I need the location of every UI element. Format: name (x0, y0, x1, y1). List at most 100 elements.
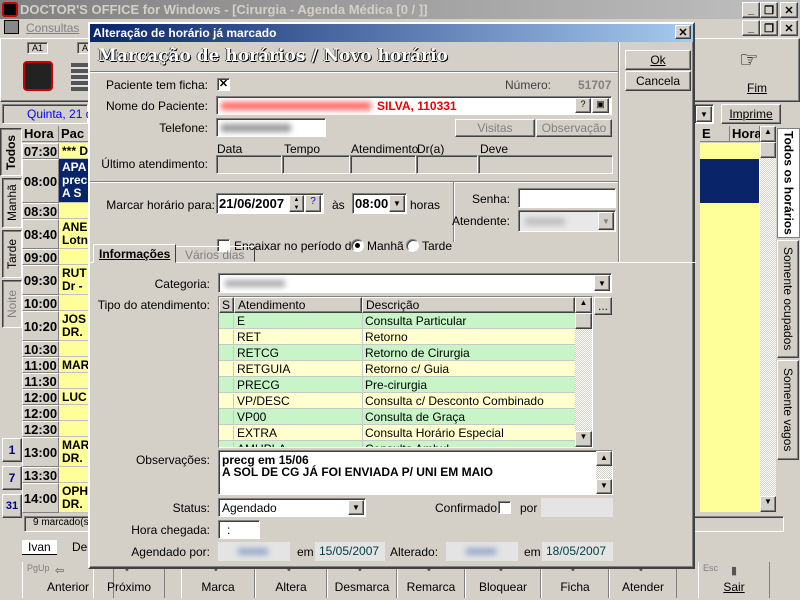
tipo-scrollbar[interactable]: ▲ ▼ (575, 297, 592, 447)
time-select[interactable]: 08:00 ▼ (352, 193, 407, 214)
minimize-button[interactable]: _ (742, 2, 760, 18)
grid-time[interactable]: 12:00 (22, 389, 59, 405)
atendente-select[interactable]: ▼ (518, 210, 616, 232)
tab-manha[interactable]: Manhã (2, 178, 22, 228)
grid-patient-cell[interactable]: APA prec A S (59, 159, 88, 203)
tipo-table[interactable]: S Atendimento Descrição E Consulta Partic… (218, 296, 593, 448)
grid-time[interactable]: 11:30 (22, 373, 59, 389)
grid-time[interactable]: 08:40 (22, 219, 59, 249)
card-icon[interactable]: ▣ (592, 98, 609, 113)
cell-code: RETCG (237, 346, 279, 360)
grid-time[interactable]: 13:30 (22, 467, 59, 483)
status-select[interactable]: Agendado ▼ (218, 498, 366, 517)
date-help-button[interactable]: ? (305, 195, 321, 212)
date-input[interactable]: 21/06/2007 ▲ ▼ ? (216, 193, 324, 214)
cancel-button[interactable]: Cancela (625, 71, 691, 91)
imprime-button[interactable]: Imprime (721, 104, 781, 124)
grid-time[interactable]: 07:30 (22, 143, 59, 159)
table-row[interactable]: VP/DESC Consulta c/ Desconto Combinado (219, 393, 575, 409)
table-row[interactable]: VP00 Consulta de Graça (219, 409, 575, 425)
restore-button[interactable]: ❐ (760, 2, 778, 18)
grid-time[interactable]: 08:30 (22, 203, 59, 219)
grid-patient-cell[interactable] (59, 405, 88, 421)
grid-time[interactable]: 12:00 (22, 405, 59, 421)
toolbar-button-sair[interactable]: Esc ▮ Sair (698, 562, 770, 598)
tab-varios-dias[interactable]: Vários dias (174, 246, 256, 262)
child-minimize-button[interactable]: _ (742, 20, 760, 36)
tab-todos-os-horarios[interactable]: Todos os horários (777, 128, 800, 238)
grid-time[interactable]: 13:00 (22, 437, 59, 467)
senha-input[interactable] (518, 188, 616, 208)
observacoes-textarea[interactable]: precg em 15/06 A SOL DE CG JÁ FOI ENVIADA… (218, 450, 613, 495)
grid-patient-cell[interactable] (59, 467, 88, 483)
grid-patient-cell[interactable]: MAR DR. (59, 437, 88, 467)
grid-patient-cell[interactable] (59, 421, 88, 437)
table-row[interactable]: AMUPLA Consulta Ambul (219, 441, 575, 447)
stethoscope-icon[interactable] (23, 61, 53, 91)
tarde-radio[interactable] (406, 239, 419, 252)
grid-time[interactable]: 14:00 (22, 483, 59, 513)
grid-time[interactable]: 10:00 (22, 295, 59, 311)
telefone-input[interactable] (216, 118, 326, 137)
cell-code: EXTRA (237, 426, 278, 440)
grid-time[interactable]: 10:20 (22, 311, 59, 341)
help-button[interactable]: ? (575, 98, 591, 113)
ficha-checkbox[interactable]: ✕ (217, 78, 230, 91)
grid-time[interactable]: 12:30 (22, 421, 59, 437)
observacao-button[interactable]: Observação (536, 119, 612, 137)
grid-patient-cell[interactable] (59, 341, 88, 357)
manha-radio[interactable] (351, 239, 364, 252)
table-row[interactable]: RET Retorno (219, 329, 575, 345)
tab-todos[interactable]: Todos (0, 128, 22, 176)
grid-time[interactable]: 09:00 (22, 249, 59, 265)
ok-button[interactable]: Ok (625, 50, 691, 70)
grid-patient-cell[interactable]: JOS DR. (59, 311, 88, 341)
week-view-icon[interactable]: 7 (2, 466, 22, 490)
tab-somente-vagos[interactable]: Somente vagos (777, 360, 799, 460)
visitas-button[interactable]: Visitas (455, 119, 535, 137)
tab-informacoes[interactable]: Informações (93, 244, 177, 263)
month-view-icon[interactable]: 31 (2, 494, 22, 518)
exit-door-icon: ▮ (731, 565, 738, 577)
grid-time[interactable]: 10:30 (22, 341, 59, 357)
tab-noite[interactable]: Noite (2, 280, 22, 328)
tab-tarde[interactable]: Tarde (2, 230, 22, 278)
fim-button[interactable]: ☞ Fim (707, 43, 797, 99)
grid-patient-cell[interactable] (59, 295, 88, 311)
more-button[interactable]: ... (594, 297, 612, 315)
hora-chegada-input[interactable]: : (218, 520, 260, 539)
table-row[interactable]: RETGUIA Retorno c/ Guia (219, 361, 575, 377)
tab-somente-ocupados[interactable]: Somente ocupados (777, 240, 799, 358)
table-row[interactable]: E Consulta Particular (219, 313, 575, 329)
child-close-button[interactable]: ✕ (780, 20, 798, 36)
grid-patient-cell[interactable] (59, 203, 88, 219)
nome-input[interactable]: SILVA, 110331 ? ▣ (216, 96, 612, 115)
grid-patient-cell[interactable]: LUC (59, 389, 88, 405)
calendar-icon (4, 20, 19, 34)
grid-patient-cell[interactable]: ANE Lotn (59, 219, 88, 249)
date-spinner[interactable]: ▲ ▼ (289, 195, 304, 212)
grid-time[interactable]: 08:00 (22, 159, 59, 203)
grid-patient-cell[interactable]: *** D (59, 143, 88, 159)
close-button[interactable]: ✕ (780, 2, 798, 18)
menu-consultas[interactable]: Consultas (26, 21, 79, 35)
categoria-select[interactable]: ▼ (218, 273, 612, 293)
dialog-close-button[interactable]: ✕ (675, 25, 691, 39)
confirmado-checkbox[interactable] (498, 501, 511, 514)
grid-time[interactable]: 11:00 (22, 357, 59, 373)
grid-time[interactable]: 09:30 (22, 265, 59, 295)
grid-patient-cell[interactable] (59, 249, 88, 265)
grid-patient-cell[interactable]: RUT Dr - (59, 265, 88, 295)
day-view-icon[interactable]: 1 (2, 438, 22, 462)
grid-patient-cell[interactable] (59, 373, 88, 389)
table-row[interactable]: PRECG Pre-cirurgia (219, 377, 575, 393)
grid-patient-cell[interactable]: OPH DR. (59, 483, 88, 513)
doctor-tab-ivan[interactable]: Ivan (22, 540, 57, 555)
date-dropdown[interactable]: ▼ (694, 104, 714, 124)
child-restore-button[interactable]: ❐ (760, 20, 778, 36)
cell-line: DR. (62, 497, 83, 511)
table-row[interactable]: RETCG Retorno de Cirurgia (219, 345, 575, 361)
grid-patient-cell[interactable]: MAR (59, 357, 88, 373)
table-row[interactable]: EXTRA Consulta Horário Especial (219, 425, 575, 441)
grid-scrollbar[interactable]: ▲ ▼ (760, 126, 776, 512)
